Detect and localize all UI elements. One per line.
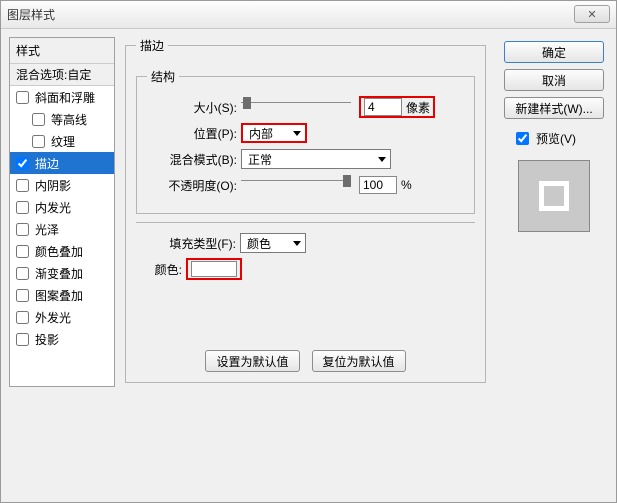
color-swatch[interactable] [191,261,237,277]
style-item-checkbox[interactable] [16,223,29,236]
ok-button[interactable]: 确定 [504,41,604,63]
close-icon: ✕ [587,8,596,21]
position-row: 位置(P): 内部 [147,121,464,145]
new-style-button[interactable]: 新建样式(W)... [504,97,604,119]
size-label: 大小(S): [147,99,241,116]
style-item-label: 投影 [35,331,59,348]
size-row: 大小(S): 像素 [147,95,464,119]
styles-panel: 样式 混合选项:自定 斜面和浮雕等高线纹理描边内阴影内发光光泽颜色叠加渐变叠加图… [9,37,115,387]
style-item-checkbox[interactable] [16,245,29,258]
color-highlight [186,258,242,280]
settings-panel: 描边 结构 大小(S): 像素 位置(P): 内部 [115,37,496,494]
style-item-2[interactable]: 纹理 [10,130,114,152]
structure-fieldset: 结构 大小(S): 像素 位置(P): 内部 [136,68,475,214]
chevron-down-icon [293,131,301,136]
opacity-input[interactable] [359,176,397,194]
blendmode-label: 混合模式(B): [147,151,241,168]
opacity-unit: % [401,178,412,192]
stroke-legend: 描边 [136,37,168,54]
close-button[interactable]: ✕ [574,5,610,23]
position-label: 位置(P): [147,125,241,142]
size-input[interactable] [364,98,402,116]
preview-toggle-row: 预览(V) [504,129,604,148]
style-item-0[interactable]: 斜面和浮雕 [10,86,114,108]
titlebar: 图层样式 ✕ [1,1,616,29]
style-item-4[interactable]: 内阴影 [10,174,114,196]
style-item-label: 渐变叠加 [35,265,83,282]
style-item-checkbox[interactable] [16,157,29,170]
layer-style-dialog: 图层样式 ✕ 样式 混合选项:自定 斜面和浮雕等高线纹理描边内阴影内发光光泽颜色… [0,0,617,503]
style-item-label: 内发光 [35,199,71,216]
style-item-10[interactable]: 外发光 [10,306,114,328]
style-item-7[interactable]: 颜色叠加 [10,240,114,262]
style-item-checkbox[interactable] [16,267,29,280]
color-row: 颜色: [146,257,465,281]
filltype-value: 颜色 [247,235,271,252]
style-item-9[interactable]: 图案叠加 [10,284,114,306]
blend-options-row[interactable]: 混合选项:自定 [10,64,114,86]
opacity-row: 不透明度(O): % [147,173,464,197]
dialog-title: 图层样式 [7,6,55,23]
style-item-8[interactable]: 渐变叠加 [10,262,114,284]
style-item-11[interactable]: 投影 [10,328,114,350]
blendmode-row: 混合模式(B): 正常 [147,147,464,171]
preview-box [518,160,590,232]
style-item-1[interactable]: 等高线 [10,108,114,130]
style-item-checkbox[interactable] [32,135,45,148]
reset-default-button[interactable]: 复位为默认值 [312,350,406,372]
style-item-checkbox[interactable] [16,311,29,324]
style-item-label: 图案叠加 [35,287,83,304]
chevron-down-icon [378,157,386,162]
opacity-slider[interactable] [241,180,351,196]
style-item-checkbox[interactable] [16,179,29,192]
style-item-checkbox[interactable] [16,333,29,346]
style-item-6[interactable]: 光泽 [10,218,114,240]
structure-legend: 结构 [147,68,179,85]
cancel-button[interactable]: 取消 [504,69,604,91]
size-unit: 像素 [406,99,430,116]
right-column: 确定 取消 新建样式(W)... 预览(V) [496,37,608,494]
style-item-3[interactable]: 描边 [10,152,114,174]
dialog-body: 样式 混合选项:自定 斜面和浮雕等高线纹理描边内阴影内发光光泽颜色叠加渐变叠加图… [1,29,616,502]
blendmode-value: 正常 [248,151,272,168]
opacity-label: 不透明度(O): [147,177,241,194]
filltype-label: 填充类型(F): [146,235,240,252]
filltype-select[interactable]: 颜色 [240,233,306,253]
style-item-label: 等高线 [51,111,87,128]
blendmode-select[interactable]: 正常 [241,149,391,169]
style-item-checkbox[interactable] [32,113,45,126]
style-item-label: 外发光 [35,309,71,326]
style-item-5[interactable]: 内发光 [10,196,114,218]
size-slider[interactable] [241,102,351,118]
style-item-checkbox[interactable] [16,289,29,302]
position-select[interactable]: 内部 [241,123,307,143]
stroke-fieldset: 描边 结构 大小(S): 像素 位置(P): 内部 [125,37,486,383]
style-item-checkbox[interactable] [16,91,29,104]
style-item-label: 斜面和浮雕 [35,89,95,106]
blend-options-label: 混合选项:自定 [16,66,91,83]
styles-header[interactable]: 样式 [10,38,114,64]
chevron-down-icon [293,241,301,246]
style-item-label: 内阴影 [35,177,71,194]
size-highlight: 像素 [359,96,435,118]
style-item-label: 颜色叠加 [35,243,83,260]
fill-fieldset: 填充类型(F): 颜色 颜色: [136,222,475,285]
style-item-label: 光泽 [35,221,59,238]
preview-label: 预览(V) [536,130,576,147]
filltype-row: 填充类型(F): 颜色 [146,231,465,255]
preview-swatch [539,181,569,211]
style-item-checkbox[interactable] [16,201,29,214]
position-value: 内部 [249,125,273,142]
preview-checkbox[interactable] [516,132,529,145]
style-item-label: 描边 [35,155,59,172]
color-label: 颜色: [146,261,186,278]
default-buttons: 设置为默认值 复位为默认值 [126,350,485,372]
style-item-label: 纹理 [51,133,75,150]
set-default-button[interactable]: 设置为默认值 [205,350,299,372]
